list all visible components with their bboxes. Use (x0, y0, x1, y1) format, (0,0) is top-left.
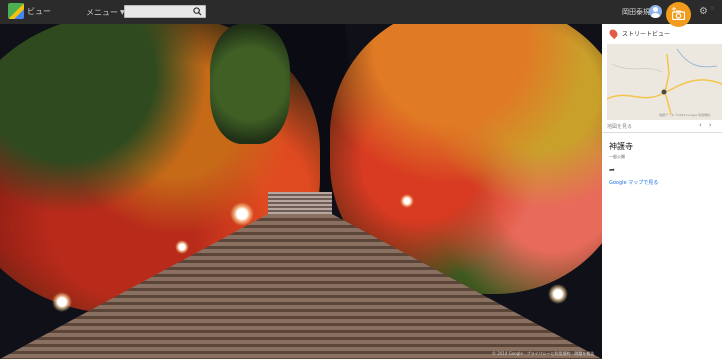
brand[interactable]: ビュー (8, 3, 51, 19)
stairs-top (268, 192, 332, 214)
copyright-text[interactable]: © 2014 Google · プライバシーと利用規約 · 問題を報告 (492, 351, 594, 357)
street-view-panorama[interactable] (0, 24, 602, 359)
search-box (124, 5, 206, 18)
lantern-light (548, 284, 568, 304)
lantern-light (52, 292, 72, 312)
close-icon[interactable]: ✕ (709, 4, 716, 13)
search-input[interactable] (125, 6, 191, 17)
plus-icon: + (671, 5, 677, 13)
place-subtitle: 一般公開 (609, 154, 625, 159)
lantern-light (230, 202, 254, 226)
chevron-left-icon[interactable]: ‹ (699, 121, 702, 129)
lantern-light (175, 240, 189, 254)
view-map-link[interactable]: 地図を見る (607, 123, 632, 130)
menu-button[interactable]: メニュー ▼ (86, 7, 125, 18)
mini-map[interactable]: 地図データ ©2014 Google 利用規約 (607, 44, 722, 120)
panel-title: ストリートビュー (622, 31, 671, 38)
map-pin-icon (607, 27, 620, 40)
logo-icon (8, 3, 24, 19)
camera-button[interactable]: + (666, 2, 691, 27)
share-icon[interactable]: ➦ (609, 166, 619, 174)
top-bar: ビュー メニュー ▼ 岡田泰規 ⚙ (0, 0, 722, 24)
search-icon[interactable] (193, 7, 202, 16)
side-panel: ストリートビュー 地図データ ©2014 Google 利用規約 地図を見る ‹… (602, 24, 722, 359)
avatar-icon[interactable] (649, 5, 662, 18)
more-vert-icon[interactable]: ⋮ (699, 5, 707, 14)
map-nav-row: 地図を見る ‹ › (602, 121, 722, 133)
map-graphic (607, 44, 722, 120)
panel-header: ストリートビュー (602, 24, 722, 43)
lantern-light (400, 194, 414, 208)
menu-label: メニュー (86, 8, 118, 17)
photo-nav: ‹ › (699, 121, 712, 129)
open-in-maps-link[interactable]: Google マップで見る (609, 179, 658, 186)
place-name: 神護寺 (609, 142, 633, 151)
user-name[interactable]: 岡田泰規 (622, 7, 650, 17)
cedar-tree (210, 24, 290, 144)
chevron-right-icon[interactable]: › (709, 121, 712, 129)
brand-label: ビュー (27, 6, 51, 16)
map-caption: 地図データ ©2014 Google 利用規約 (659, 113, 711, 117)
